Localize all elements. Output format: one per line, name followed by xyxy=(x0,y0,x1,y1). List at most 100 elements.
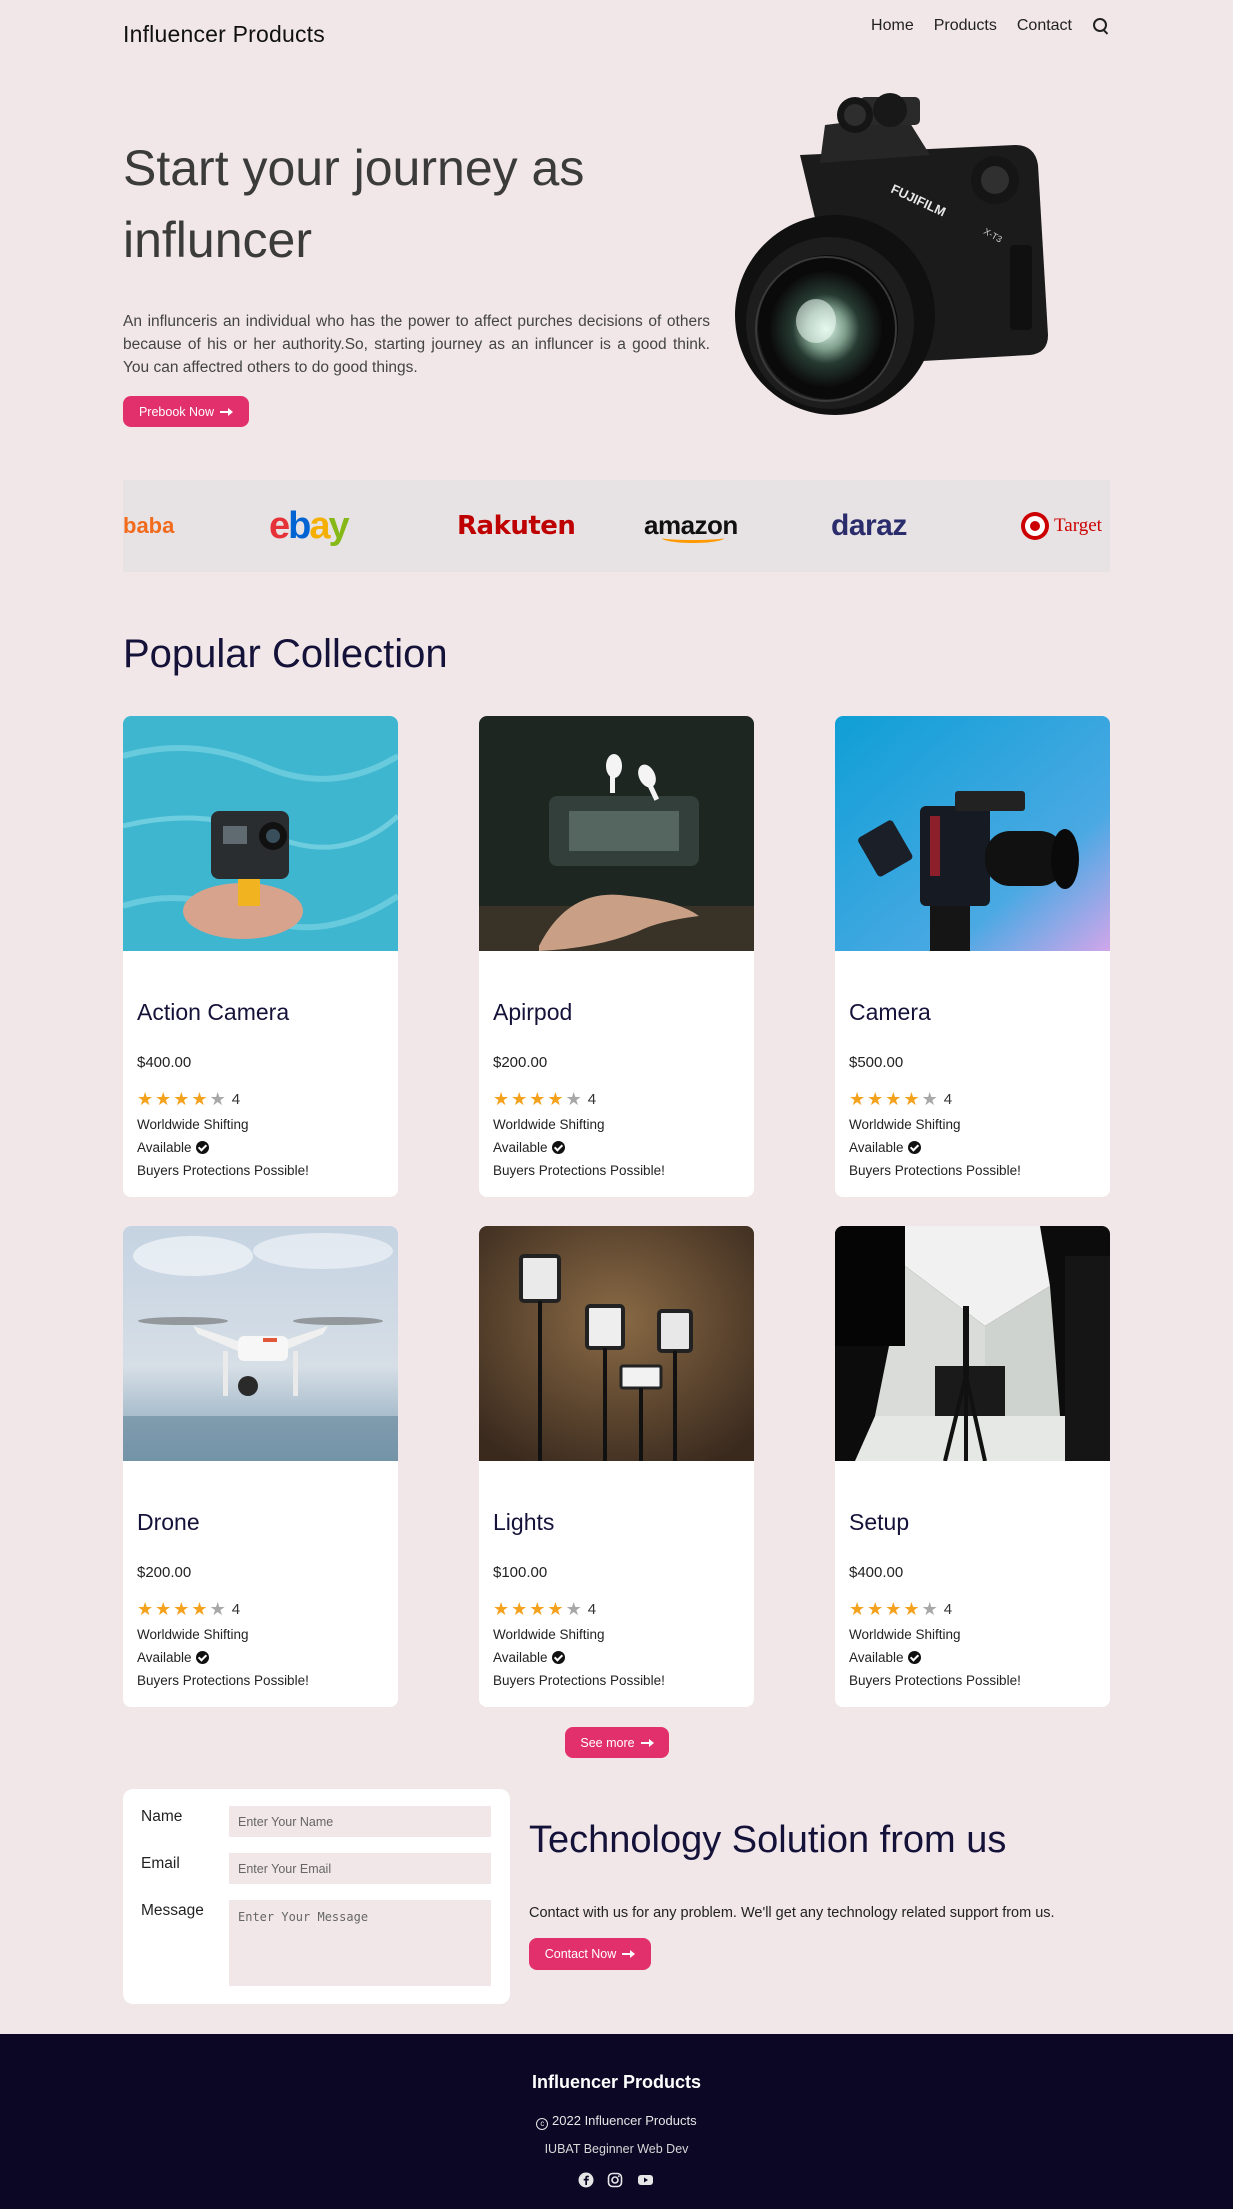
rating-value: 4 xyxy=(231,1090,241,1108)
rakuten-logo-text: Rakuten xyxy=(457,511,576,541)
alibaba-logo[interactable]: baba xyxy=(123,480,174,572)
ebay-logo-y: y xyxy=(328,504,350,547)
hero-title: Start your journey as influncer xyxy=(123,140,585,268)
availability-label: Available xyxy=(493,1140,548,1155)
message-row: Message xyxy=(141,1900,491,1986)
prebook-now-label: Prebook Now xyxy=(138,404,215,419)
star-filled-icon: ★ xyxy=(493,1599,510,1619)
contact-now-label: Contact Now xyxy=(544,1947,617,1961)
availability-label: Available xyxy=(849,1650,904,1665)
product-rating: ★ ★ ★ ★ ★ 4 xyxy=(849,1090,1096,1108)
product-card-lights[interactable]: Lights $100.00 ★ ★ ★ ★ ★ 4 Worldwide Shiftin… xyxy=(479,1226,754,1707)
instagram-icon[interactable] xyxy=(607,2172,623,2188)
partner-brands-strip: baba ebay Rakuten amazon daraz Target xyxy=(123,480,1110,572)
camera-image xyxy=(835,716,1110,951)
star-empty-icon: ★ xyxy=(209,1089,226,1109)
prebook-now-button[interactable]: Prebook Now xyxy=(123,396,249,427)
star-filled-icon: ★ xyxy=(191,1599,208,1619)
product-card-airpod[interactable]: Apirpod $200.00 ★ ★ ★ ★ ★ 4 Worldwide Shifti… xyxy=(479,716,754,1197)
protection-feature: Buyers Protections Possible! xyxy=(493,1163,665,1178)
star-empty-icon: ★ xyxy=(921,1599,938,1619)
availability-feature: Available xyxy=(493,1141,740,1154)
arrow-right-icon xyxy=(622,1950,636,1958)
star-empty-icon: ★ xyxy=(921,1089,938,1109)
message-label: Message xyxy=(141,1902,204,1919)
contact-section-title: Technology Solution from us xyxy=(529,1819,1007,1861)
contact-form: Name Email Message xyxy=(123,1789,510,2004)
star-filled-icon: ★ xyxy=(529,1089,546,1109)
drone-image xyxy=(123,1226,398,1461)
availability-label: Available xyxy=(493,1650,548,1665)
target-logo[interactable]: Target xyxy=(1021,480,1102,572)
product-grid: Action Camera $400.00 ★ ★ ★ ★ ★ 4 Worldwide … xyxy=(123,716,1110,1707)
amazon-logo[interactable]: amazon xyxy=(644,480,738,572)
ebay-logo[interactable]: ebay xyxy=(269,480,350,572)
name-label: Name xyxy=(141,1808,183,1825)
star-filled-icon: ★ xyxy=(885,1599,902,1619)
star-filled-icon: ★ xyxy=(849,1599,866,1619)
email-input[interactable] xyxy=(229,1853,491,1884)
setup-image xyxy=(835,1226,1110,1462)
availability-feature: Available xyxy=(493,1651,740,1664)
action-camera-image xyxy=(123,716,398,951)
shipping-feature: Worldwide Shifting xyxy=(137,1627,249,1642)
see-more-button[interactable]: See more xyxy=(565,1727,669,1758)
nav-products[interactable]: Products xyxy=(934,17,997,35)
star-filled-icon: ★ xyxy=(511,1089,528,1109)
rating-value: 4 xyxy=(587,1600,597,1618)
shipping-feature: Worldwide Shifting xyxy=(493,1117,605,1132)
check-circle-icon xyxy=(195,1651,209,1664)
product-card-setup[interactable]: Setup $400.00 ★ ★ ★ ★ ★ 4 Worldwide Shifting… xyxy=(835,1226,1110,1707)
message-textarea[interactable] xyxy=(229,1900,491,1986)
product-price: $500.00 xyxy=(849,1054,904,1071)
product-price: $400.00 xyxy=(137,1054,192,1071)
footer-copyright: c 2022 Influencer Products xyxy=(0,2113,1233,2130)
star-empty-icon: ★ xyxy=(209,1599,226,1619)
daraz-logo-text: daraz xyxy=(831,509,907,542)
product-price: $200.00 xyxy=(137,1564,192,1581)
see-more-label: See more xyxy=(580,1735,635,1750)
daraz-logo[interactable]: daraz xyxy=(831,480,907,572)
product-rating: ★ ★ ★ ★ ★ 4 xyxy=(137,1600,384,1618)
check-circle-icon xyxy=(551,1651,565,1664)
availability-feature: Available xyxy=(849,1141,1096,1154)
star-filled-icon: ★ xyxy=(867,1089,884,1109)
facebook-icon[interactable] xyxy=(578,2172,594,2188)
product-price: $200.00 xyxy=(493,1054,548,1071)
brand-logo[interactable]: Influencer Products xyxy=(123,21,325,48)
product-rating: ★ ★ ★ ★ ★ 4 xyxy=(849,1600,1096,1618)
rakuten-logo[interactable]: Rakuten xyxy=(457,480,576,572)
protection-feature: Buyers Protections Possible! xyxy=(137,1673,309,1688)
product-rating: ★ ★ ★ ★ ★ 4 xyxy=(137,1090,384,1108)
availability-feature: Available xyxy=(849,1651,1096,1664)
nav-home[interactable]: Home xyxy=(871,17,914,35)
star-filled-icon: ★ xyxy=(137,1599,154,1619)
ebay-logo-a: a xyxy=(309,504,330,547)
name-input[interactable] xyxy=(229,1806,491,1837)
social-links xyxy=(0,2172,1233,2188)
product-title: Drone xyxy=(137,1509,200,1535)
product-card-drone[interactable]: Drone $200.00 ★ ★ ★ ★ ★ 4 Worldwide Shifting… xyxy=(123,1226,398,1707)
product-card-camera[interactable]: Camera $500.00 ★ ★ ★ ★ ★ 4 Worldwide Shiftin… xyxy=(835,716,1110,1197)
star-filled-icon: ★ xyxy=(191,1089,208,1109)
nav-contact[interactable]: Contact xyxy=(1017,17,1072,35)
product-card-action-camera[interactable]: Action Camera $400.00 ★ ★ ★ ★ ★ 4 Worldwide … xyxy=(123,716,398,1197)
product-title: Camera xyxy=(849,999,931,1025)
site-header: Influencer Products Home Products Contac… xyxy=(123,0,1110,68)
amazon-smile-icon xyxy=(661,533,724,543)
protection-feature: Buyers Protections Possible! xyxy=(493,1673,665,1688)
star-filled-icon: ★ xyxy=(173,1089,190,1109)
contact-now-button[interactable]: Contact Now xyxy=(529,1938,651,1970)
rating-value: 4 xyxy=(943,1600,953,1618)
star-empty-icon: ★ xyxy=(565,1089,582,1109)
star-filled-icon: ★ xyxy=(137,1089,154,1109)
airpod-image xyxy=(479,716,754,951)
rating-value: 4 xyxy=(231,1600,241,1618)
youtube-icon[interactable] xyxy=(636,2172,655,2188)
target-bullseye-icon xyxy=(1021,512,1049,540)
star-filled-icon: ★ xyxy=(155,1599,172,1619)
star-filled-icon: ★ xyxy=(511,1599,528,1619)
star-empty-icon: ★ xyxy=(565,1599,582,1619)
main-nav: Home Products Contact xyxy=(871,17,1110,35)
search-icon[interactable] xyxy=(1092,17,1110,35)
